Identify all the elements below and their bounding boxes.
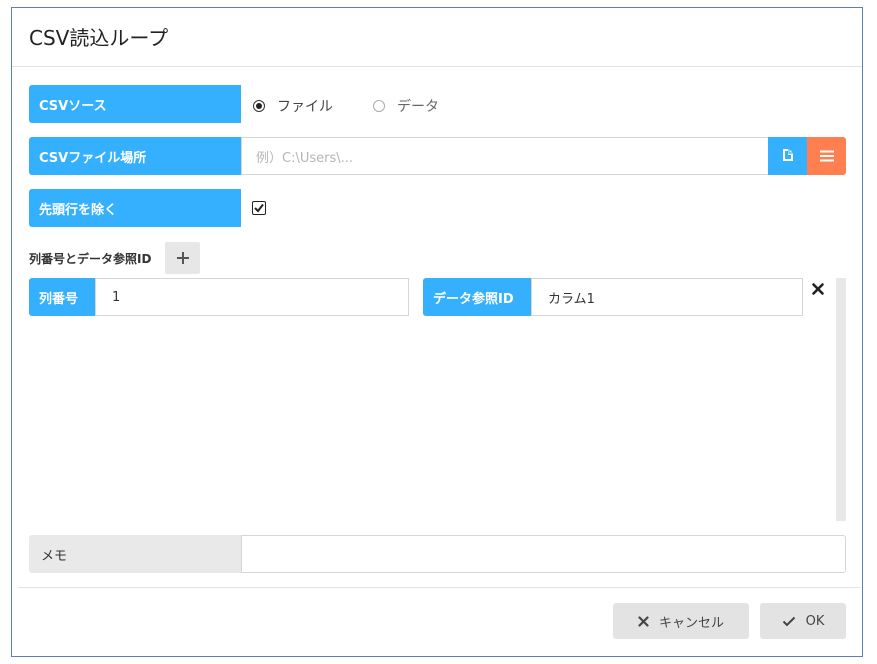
csv-file-path-input[interactable]: 例）C:\Users\... [241,137,769,175]
file-icon [782,147,794,166]
remove-row-icon[interactable] [811,281,825,295]
ok-button[interactable]: OK [760,603,846,639]
ok-button-label: OK [805,613,825,629]
title-divider [12,66,862,67]
data-ref-id-input[interactable]: カラム1 [531,278,803,316]
radio-data-button[interactable] [373,100,385,112]
radio-data-label: データ [397,99,439,115]
column-number-label: 列番号 [29,278,95,316]
column-number-input[interactable]: 1 [95,278,409,316]
add-column-button[interactable] [165,242,200,274]
skip-header-label: 先頭行を除く [29,189,241,227]
close-icon [638,615,649,627]
cancel-button[interactable]: キャンセル [613,603,749,639]
list-icon [819,147,834,166]
columns-scrollbar[interactable] [836,278,846,521]
file-select-button[interactable] [768,137,807,175]
cancel-button-label: キャンセル [658,615,724,631]
csv-file-location-label: CSVファイル場所 [29,137,241,175]
memo-label: メモ [29,535,241,573]
radio-file-button[interactable] [253,100,265,112]
list-select-button[interactable] [807,137,846,175]
memo-input[interactable] [241,535,846,573]
radio-option-data[interactable]: データ [373,96,439,116]
radio-file-label: ファイル [277,99,333,115]
csv-source-label: CSVソース [29,85,241,123]
dialog-title: CSV読込ループ [29,26,169,50]
checkmark-icon [782,616,796,627]
plus-icon [176,249,189,268]
footer-divider [18,587,860,588]
radio-option-file[interactable]: ファイル [253,96,333,116]
data-ref-id-label: データ参照ID [423,278,531,316]
columns-section-label: 列番号とデータ参照ID [29,252,152,266]
skip-header-checkbox[interactable] [252,201,266,215]
